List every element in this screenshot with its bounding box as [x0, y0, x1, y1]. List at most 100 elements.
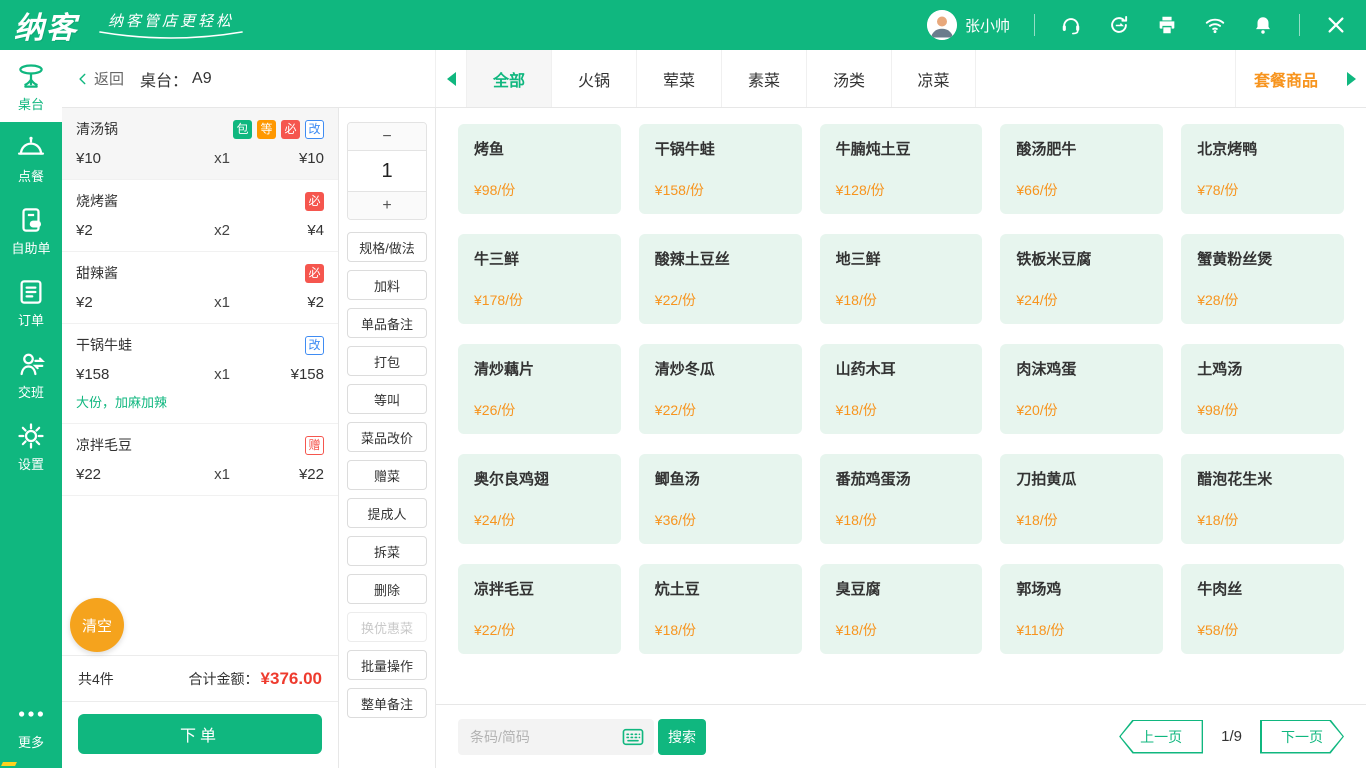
menu-item[interactable]: 烤鱼 ¥98/份 [458, 124, 621, 214]
sidebar-item-more[interactable]: 更多 [0, 688, 62, 760]
order-item[interactable]: 凉拌毛豆 赠 ¥22 x1 ¥22 [62, 424, 338, 496]
menu-item[interactable]: 臭豆腐 ¥18/份 [819, 564, 983, 654]
wifi-icon[interactable] [1203, 13, 1227, 37]
menu-item[interactable]: 铁板米豆腐 ¥24/份 [1000, 234, 1164, 324]
action-button[interactable]: 拆菜 [347, 536, 427, 566]
menu-item[interactable]: 牛腩炖土豆 ¥128/份 [819, 124, 983, 214]
tab-category[interactable]: 素菜 [721, 50, 806, 107]
sidebar-item-label: 更多 [17, 735, 44, 750]
printer-icon[interactable] [1155, 13, 1179, 37]
order-item[interactable]: 烧烤酱 必 ¥2 x2 ¥4 [62, 180, 338, 252]
menu-item[interactable]: 醋泡花生米 ¥18/份 [1181, 454, 1344, 544]
menu-item[interactable]: 清炒冬瓜 ¥22/份 [638, 344, 802, 434]
menu-item[interactable]: 郭场鸡 ¥118/份 [1000, 564, 1164, 654]
next-page-button[interactable]: 下一页 [1260, 719, 1344, 754]
support-icon[interactable] [1059, 13, 1083, 37]
sidebar-item-table[interactable]: 桌台 [0, 50, 62, 122]
menu-item-price: ¥158/份 [654, 182, 704, 198]
menu-item[interactable]: 山药木耳 ¥18/份 [819, 344, 983, 434]
sidebar-item-self-order[interactable]: 自助单 [0, 194, 62, 266]
sidebar-item-label: 交班 [17, 385, 44, 400]
total-label: 合计金额： [188, 670, 259, 687]
quantity-minus-button[interactable]: − [348, 123, 426, 150]
menu-item[interactable]: 凉拌毛豆 ¥22/份 [458, 564, 621, 654]
menu-item[interactable]: 清炒藕片 ¥26/份 [458, 344, 621, 434]
menu-item[interactable]: 鲫鱼汤 ¥36/份 [638, 454, 802, 544]
menu-item[interactable]: 干锅牛蛙 ¥158/份 [638, 124, 802, 214]
action-button[interactable]: 等叫 [347, 384, 427, 414]
submit-order-button[interactable]: 下单 [78, 714, 322, 754]
action-button[interactable]: 删除 [347, 574, 427, 604]
menu-item-price: ¥78/份 [1197, 182, 1239, 198]
tab-category[interactable]: 汤类 [806, 50, 891, 107]
sidebar-item-shift[interactable]: 交班 [0, 338, 62, 410]
menu-item[interactable]: 牛三鲜 ¥178/份 [458, 234, 621, 324]
action-button[interactable]: 规格/做法 [347, 232, 427, 262]
order-item[interactable]: 干锅牛蛙 改 ¥158 x1 ¥158 大份，加麻加辣 [62, 324, 338, 424]
topbar-divider [1034, 14, 1035, 36]
user-account[interactable]: 张小帅 [926, 10, 1010, 40]
menu-item-name: 烤鱼 [474, 141, 505, 158]
category-scroll-left[interactable] [436, 50, 466, 107]
combo-goods-button[interactable]: 套餐商品 [1234, 50, 1336, 107]
status-badge: 必 [305, 191, 324, 211]
sidebar-item-label: 设置 [17, 457, 44, 472]
tab-category[interactable]: 荤菜 [636, 50, 721, 107]
order-item-count: 共4件 [78, 670, 114, 687]
quantity-plus-button[interactable]: + [348, 192, 426, 219]
status-badge: 包 [233, 119, 252, 139]
action-button[interactable]: 批量操作 [347, 650, 427, 680]
menu-item-price: ¥18/份 [835, 402, 877, 418]
clear-order-button[interactable]: 清空 [70, 598, 124, 652]
menu-item[interactable]: 酸辣土豆丝 ¥22/份 [638, 234, 802, 324]
action-button[interactable]: 加料 [347, 270, 427, 300]
search-button[interactable]: 搜索 [658, 718, 706, 755]
sidebar-item-settings[interactable]: 设置 [0, 410, 62, 482]
order-item-price: ¥2 [76, 294, 93, 311]
status-badge: 必 [305, 263, 324, 283]
menu-item[interactable]: 肉沫鸡蛋 ¥20/份 [1000, 344, 1164, 434]
tab-category[interactable]: 全部 [466, 50, 551, 107]
menu-item[interactable]: 奥尔良鸡翅 ¥24/份 [458, 454, 621, 544]
order-item-name: 烧烤酱 [76, 193, 118, 209]
action-button[interactable]: 单品备注 [347, 308, 427, 338]
menu-item[interactable]: 蟹黄粉丝煲 ¥28/份 [1181, 234, 1344, 324]
order-item[interactable]: 甜辣酱 必 ¥2 x1 ¥2 [62, 252, 338, 324]
table-title: 桌台： A9 [140, 69, 212, 90]
menu-item[interactable]: 酸汤肥牛 ¥66/份 [1000, 124, 1164, 214]
category-scroll-right[interactable] [1336, 50, 1366, 107]
sidebar-item-orders[interactable]: 订单 [0, 266, 62, 338]
tab-category[interactable]: 火锅 [551, 50, 636, 107]
action-button[interactable]: 赠菜 [347, 460, 427, 490]
bell-icon[interactable] [1251, 13, 1275, 37]
menu-item[interactable]: 刀拍黄瓜 ¥18/份 [1000, 454, 1164, 544]
sidebar-item-order-food[interactable]: 点餐 [0, 122, 62, 194]
menu-item[interactable]: 土鸡汤 ¥98/份 [1181, 344, 1344, 434]
menu-item[interactable]: 番茄鸡蛋汤 ¥18/份 [819, 454, 983, 544]
menu-item-price: ¥22/份 [474, 622, 516, 638]
cloud-sync-icon[interactable] [1107, 13, 1131, 37]
menu-area: 烤鱼 ¥98/份 干锅牛蛙 ¥158/份 牛腩炖土豆 ¥128/份 酸汤肥牛 ¥66/份 北京烤… [436, 108, 1366, 768]
menu-item[interactable]: 地三鲜 ¥18/份 [819, 234, 983, 324]
menu-item[interactable]: 牛肉丝 ¥58/份 [1181, 564, 1344, 654]
self-order-icon [16, 205, 46, 235]
menu-item[interactable]: 炕土豆 ¥18/份 [638, 564, 802, 654]
action-button[interactable]: 打包 [347, 346, 427, 376]
sidebar-item-label: 桌台 [17, 97, 44, 112]
menu-footer: 搜索 上一页 1/9 下一页 [436, 704, 1366, 768]
close-icon[interactable] [1324, 13, 1348, 37]
prev-page-button[interactable]: 上一页 [1119, 719, 1204, 754]
back-button[interactable]: 返回 [62, 50, 140, 107]
menu-item[interactable]: 北京烤鸭 ¥78/份 [1181, 124, 1344, 214]
action-button[interactable]: 整单备注 [347, 688, 427, 718]
order-item[interactable]: 清汤锅 包等必改 ¥10 x1 ¥10 [62, 108, 338, 180]
menu-item-name: 郭场鸡 [1016, 581, 1062, 598]
tab-category[interactable]: 凉菜 [891, 50, 976, 107]
user-name: 张小帅 [964, 17, 1010, 35]
action-button[interactable]: 菜品改价 [347, 422, 427, 452]
chevron-left-icon [79, 73, 86, 84]
menu-item-name: 牛腩炖土豆 [835, 141, 911, 158]
action-button[interactable]: 提成人 [347, 498, 427, 528]
menu-item-name: 牛三鲜 [474, 251, 520, 268]
keyboard-icon[interactable] [622, 727, 644, 747]
